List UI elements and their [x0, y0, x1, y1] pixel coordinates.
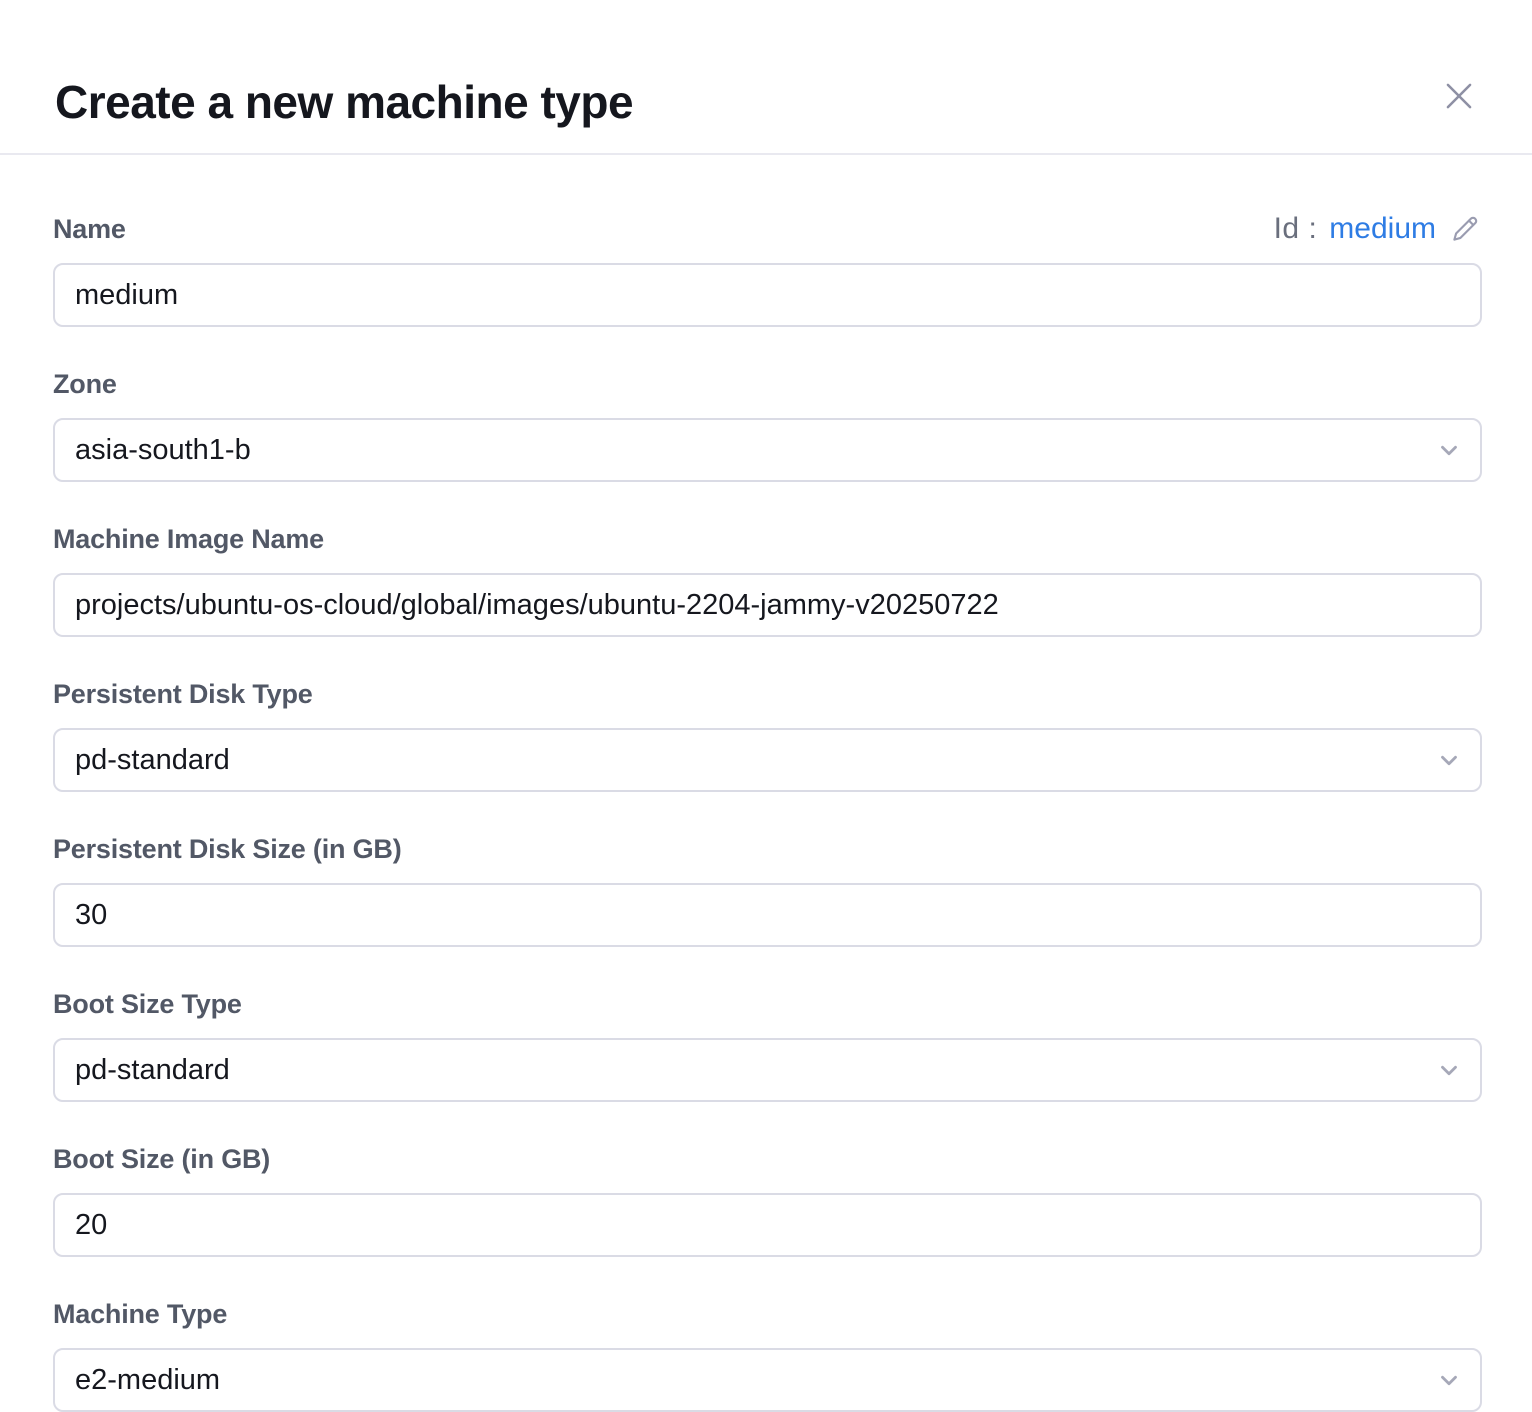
id-prefix-label: Id : — [1274, 212, 1318, 246]
chevron-down-icon — [1436, 747, 1462, 773]
machine-type-select[interactable]: e2-medium — [53, 1348, 1482, 1412]
boot-size-type-value: pd-standard — [75, 1054, 230, 1087]
field-persistent-disk-size: Persistent Disk Size (in GB) — [53, 832, 1482, 947]
modal-body: Name Id : medium — [0, 155, 1532, 1412]
field-machine-image: Machine Image Name — [53, 522, 1482, 637]
field-boot-size-type: Boot Size Type pd-standard — [53, 987, 1482, 1102]
pencil-icon — [1448, 212, 1482, 246]
persistent-disk-size-label: Persistent Disk Size (in GB) — [53, 834, 402, 864]
create-machine-type-modal: Create a new machine type Name Id : medi… — [0, 0, 1532, 1412]
field-machine-type: Machine Type e2-medium — [53, 1297, 1482, 1412]
page-title: Create a new machine type — [55, 74, 633, 130]
edit-id-button[interactable] — [1448, 212, 1482, 246]
boot-size-type-label: Boot Size Type — [53, 989, 242, 1019]
chevron-down-icon — [1436, 1367, 1462, 1393]
persistent-disk-type-select[interactable]: pd-standard — [53, 728, 1482, 792]
close-button[interactable] — [1434, 71, 1484, 121]
chevron-down-icon — [1436, 437, 1462, 463]
persistent-disk-type-value: pd-standard — [75, 744, 230, 777]
machine-image-label: Machine Image Name — [53, 524, 324, 554]
field-persistent-disk-type: Persistent Disk Type pd-standard — [53, 677, 1482, 792]
modal-header: Create a new machine type — [0, 0, 1532, 155]
persistent-disk-type-label: Persistent Disk Type — [53, 679, 313, 709]
machine-image-input[interactable] — [53, 573, 1482, 637]
field-zone: Zone asia-south1-b — [53, 367, 1482, 482]
id-row: Id : medium — [1274, 212, 1482, 246]
machine-type-value: e2-medium — [75, 1364, 220, 1397]
zone-select-value: asia-south1-b — [75, 434, 251, 467]
boot-size-label: Boot Size (in GB) — [53, 1144, 270, 1174]
name-input[interactable] — [53, 263, 1482, 327]
chevron-down-icon — [1436, 1057, 1462, 1083]
close-icon — [1440, 77, 1478, 115]
machine-type-label: Machine Type — [53, 1299, 227, 1329]
name-label: Name — [53, 214, 126, 244]
boot-size-type-select[interactable]: pd-standard — [53, 1038, 1482, 1102]
id-value: medium — [1329, 212, 1436, 246]
zone-label: Zone — [53, 369, 117, 399]
zone-select[interactable]: asia-south1-b — [53, 418, 1482, 482]
boot-size-input[interactable] — [53, 1193, 1482, 1257]
field-name: Name Id : medium — [53, 212, 1482, 327]
field-boot-size: Boot Size (in GB) — [53, 1142, 1482, 1257]
persistent-disk-size-input[interactable] — [53, 883, 1482, 947]
